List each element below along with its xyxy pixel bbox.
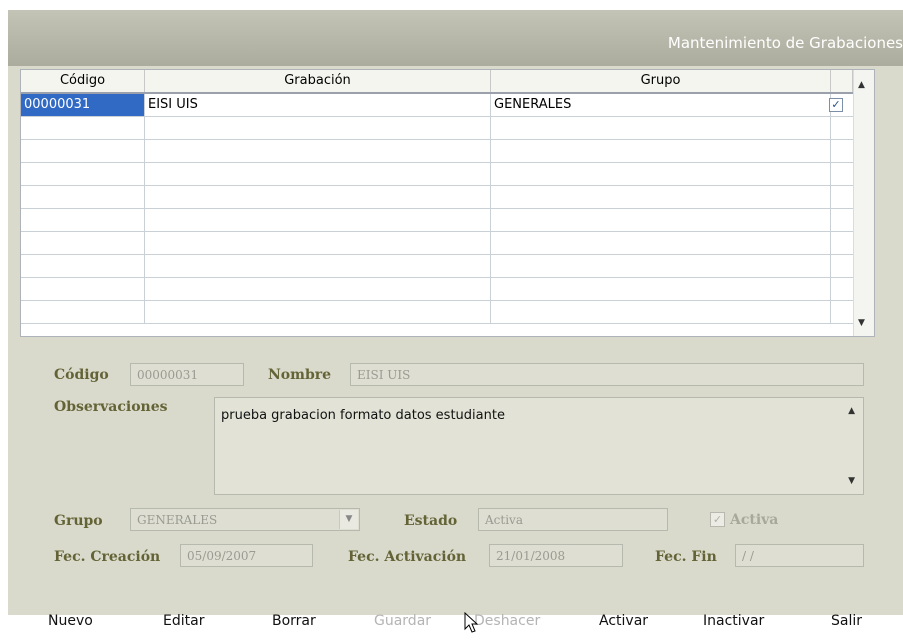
cell-codigo[interactable]: 00000031 bbox=[21, 94, 145, 116]
column-header-check bbox=[831, 70, 853, 92]
codigo-label: Código bbox=[54, 367, 109, 383]
nuevo-button[interactable]: Nuevo bbox=[48, 613, 93, 629]
table-row bbox=[21, 209, 853, 232]
fec-activacion-field[interactable]: 21/01/2008 bbox=[489, 544, 623, 567]
column-header-grupo[interactable]: Grupo bbox=[491, 70, 831, 92]
fec-creacion-field[interactable]: 05/09/2007 bbox=[180, 544, 313, 567]
grupo-label: Grupo bbox=[54, 513, 103, 529]
cell-grupo[interactable]: GENERALES bbox=[491, 94, 831, 116]
table-row[interactable]: 00000031 EISI UIS GENERALES ✓ bbox=[21, 94, 853, 117]
table-row bbox=[21, 278, 853, 301]
table-row bbox=[21, 163, 853, 186]
scroll-down-icon[interactable]: ▼ bbox=[848, 476, 855, 486]
borrar-button[interactable]: Borrar bbox=[272, 613, 316, 629]
editar-button[interactable]: Editar bbox=[163, 613, 204, 629]
fec-creacion-label: Fec. Creación bbox=[54, 549, 161, 565]
fec-fin-label: Fec. Fin bbox=[655, 549, 717, 565]
grupo-select[interactable]: GENERALES ▼ bbox=[130, 508, 360, 531]
table-row bbox=[21, 186, 853, 209]
scroll-up-icon[interactable]: ▲ bbox=[858, 80, 865, 90]
grupo-select-value: GENERALES bbox=[137, 513, 218, 527]
mouse-pointer-icon bbox=[464, 612, 479, 633]
estado-field[interactable]: Activa bbox=[478, 508, 668, 531]
scroll-down-icon[interactable]: ▼ bbox=[858, 318, 865, 328]
column-header-codigo[interactable]: Código bbox=[21, 70, 145, 92]
salir-button[interactable]: Salir bbox=[831, 613, 862, 629]
row-checkbox[interactable]: ✓ bbox=[829, 98, 843, 112]
codigo-field[interactable]: 00000031 bbox=[130, 363, 244, 386]
cell-grabacion[interactable]: EISI UIS bbox=[145, 94, 491, 116]
column-header-grabacion[interactable]: Grabación bbox=[145, 70, 491, 92]
activa-checkbox-label: Activa bbox=[730, 512, 779, 528]
window-title: Mantenimiento de Grabaciones bbox=[667, 34, 903, 52]
estado-label: Estado bbox=[404, 513, 458, 529]
table-row bbox=[21, 232, 853, 255]
table-row bbox=[21, 301, 853, 324]
guardar-button[interactable]: Guardar bbox=[374, 613, 431, 629]
observaciones-textarea[interactable]: prueba grabacion formato datos estudiant… bbox=[214, 397, 864, 495]
grid-header: Código Grabación Grupo bbox=[21, 70, 853, 94]
deshacer-button[interactable]: Deshacer bbox=[474, 613, 540, 629]
table-row bbox=[21, 117, 853, 140]
fec-fin-field[interactable]: / / bbox=[735, 544, 864, 567]
nombre-field[interactable]: EISI UIS bbox=[350, 363, 864, 386]
scroll-up-icon[interactable]: ▲ bbox=[848, 406, 855, 416]
grid-scrollbar[interactable]: ▲ ▼ bbox=[853, 70, 874, 336]
nombre-label: Nombre bbox=[268, 367, 332, 383]
inactivar-button[interactable]: Inactivar bbox=[703, 613, 764, 629]
activa-checkbox[interactable]: ✓ bbox=[710, 512, 725, 527]
activar-button[interactable]: Activar bbox=[599, 613, 648, 629]
observaciones-text: prueba grabacion formato datos estudiant… bbox=[221, 408, 505, 423]
observaciones-label: Observaciones bbox=[54, 399, 168, 415]
recordings-grid[interactable]: Código Grabación Grupo 00000031 EISI UIS… bbox=[20, 69, 875, 337]
table-row bbox=[21, 140, 853, 163]
title-bar: Mantenimiento de Grabaciones bbox=[8, 10, 903, 66]
chevron-down-icon[interactable]: ▼ bbox=[339, 510, 358, 529]
fec-activacion-label: Fec. Activación bbox=[348, 549, 467, 565]
table-row bbox=[21, 255, 853, 278]
